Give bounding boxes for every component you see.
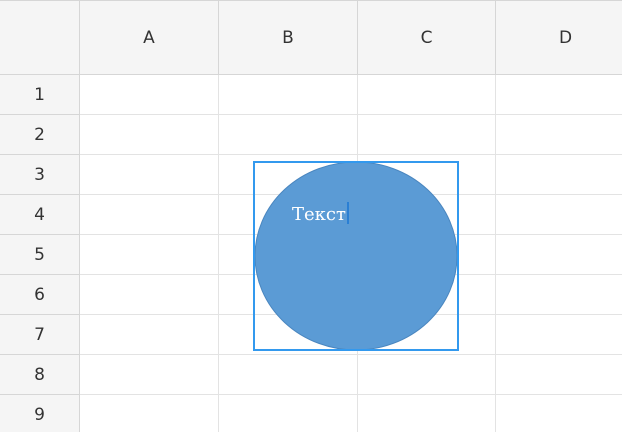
column-header-a[interactable]: A xyxy=(80,0,219,75)
row-header-2[interactable]: 2 xyxy=(0,115,80,155)
cell-d7[interactable] xyxy=(496,315,622,355)
row-header-3[interactable]: 3 xyxy=(0,155,80,195)
column-header-d[interactable]: D xyxy=(496,0,622,75)
shape-text: Текст xyxy=(292,204,346,225)
cell-d2[interactable] xyxy=(496,115,622,155)
column-header-b[interactable]: B xyxy=(219,0,358,75)
cell-a6[interactable] xyxy=(80,275,219,315)
cell-a9[interactable] xyxy=(80,395,219,432)
row-header-9[interactable]: 9 xyxy=(0,395,80,432)
cell-d3[interactable] xyxy=(496,155,622,195)
cell-d5[interactable] xyxy=(496,235,622,275)
row-header-6[interactable]: 6 xyxy=(0,275,80,315)
cell-d4[interactable] xyxy=(496,195,622,235)
cell-d8[interactable] xyxy=(496,355,622,395)
spreadsheet-grid: A B C D 1 2 3 4 5 6 7 8 9 Текст xyxy=(0,0,622,432)
cell-b8[interactable] xyxy=(219,355,358,395)
column-header-c[interactable]: C xyxy=(358,0,496,75)
shape-text-editor[interactable]: Текст xyxy=(292,202,349,225)
cell-c1[interactable] xyxy=(358,75,496,115)
cell-d1[interactable] xyxy=(496,75,622,115)
row-header-5[interactable]: 5 xyxy=(0,235,80,275)
cell-a2[interactable] xyxy=(80,115,219,155)
row-header-1[interactable]: 1 xyxy=(0,75,80,115)
cell-a7[interactable] xyxy=(80,315,219,355)
cell-c8[interactable] xyxy=(358,355,496,395)
cell-a3[interactable] xyxy=(80,155,219,195)
row-header-7[interactable]: 7 xyxy=(0,315,80,355)
cell-c2[interactable] xyxy=(358,115,496,155)
cell-c9[interactable] xyxy=(358,395,496,432)
row-header-4[interactable]: 4 xyxy=(0,195,80,235)
row-header-8[interactable]: 8 xyxy=(0,355,80,395)
cell-b9[interactable] xyxy=(219,395,358,432)
cell-a4[interactable] xyxy=(80,195,219,235)
shape-selection-frame[interactable] xyxy=(253,161,459,351)
cell-d9[interactable] xyxy=(496,395,622,432)
cell-a5[interactable] xyxy=(80,235,219,275)
cell-b1[interactable] xyxy=(219,75,358,115)
cell-b2[interactable] xyxy=(219,115,358,155)
cell-d6[interactable] xyxy=(496,275,622,315)
text-cursor xyxy=(346,202,349,224)
select-all-corner[interactable] xyxy=(0,0,80,75)
cell-a1[interactable] xyxy=(80,75,219,115)
cell-a8[interactable] xyxy=(80,355,219,395)
